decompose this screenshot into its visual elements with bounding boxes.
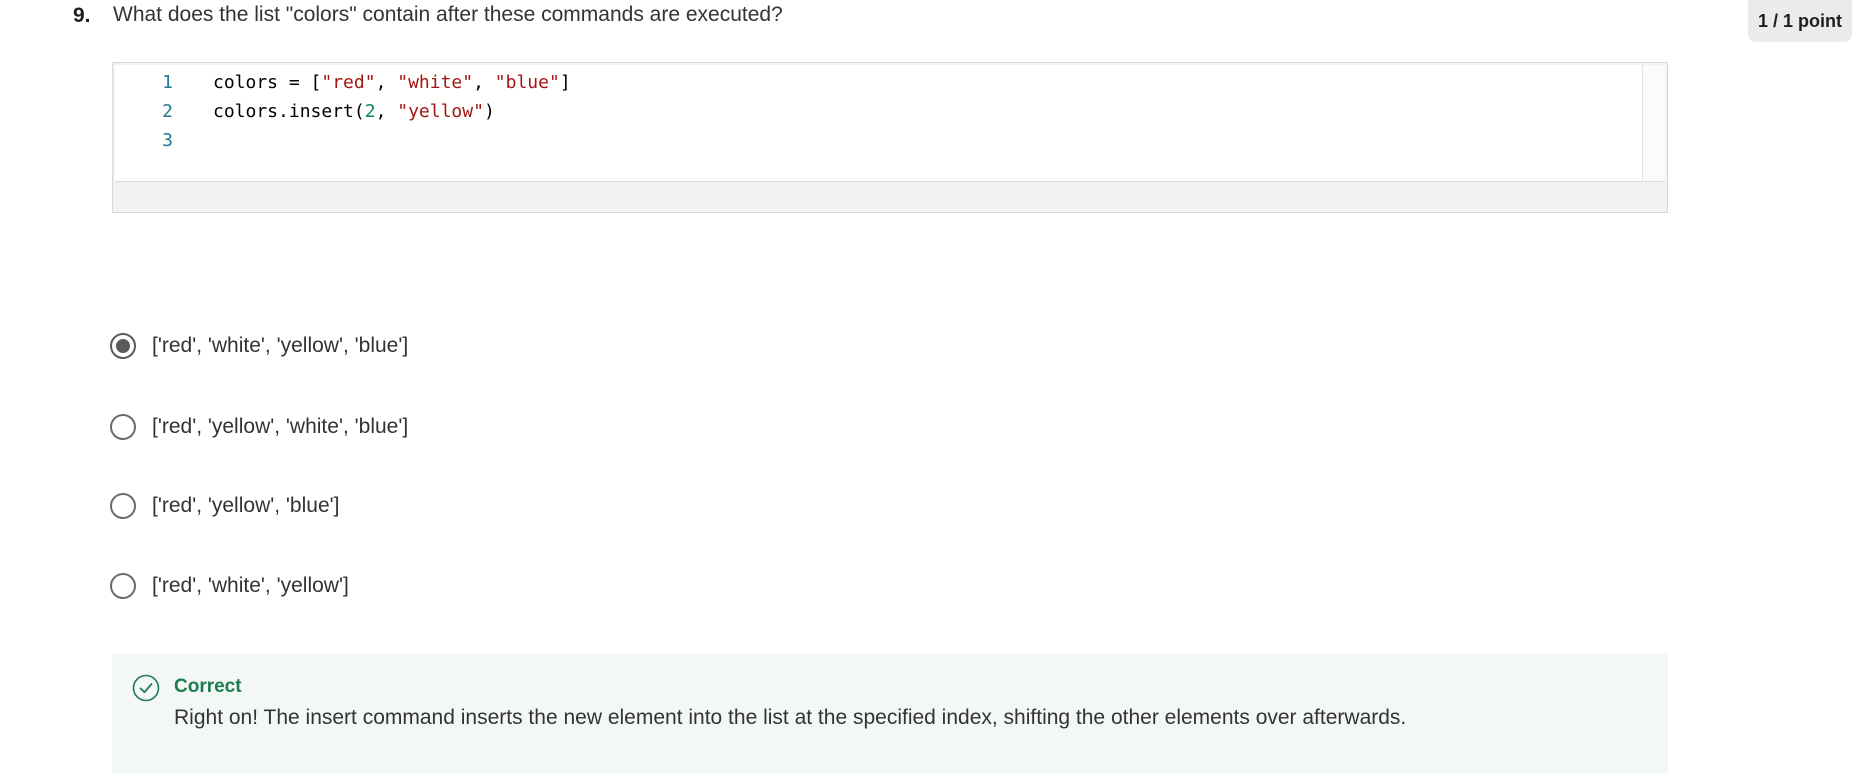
code-text: colors.insert(2, "yellow") [213,101,495,122]
points-badge: 1 / 1 point [1748,0,1852,42]
code-token: colors.insert( [213,101,365,122]
code-token: "blue" [494,72,560,93]
feedback-text: Right on! The insert command inserts the… [174,706,1407,729]
answer-option-label: ['red', 'white', 'yellow', 'blue'] [152,334,409,357]
code-token: , [375,72,398,93]
code-token: , [375,101,398,122]
line-number: 2 [162,101,173,122]
code-text: colors = ["red", "white", "blue"] [213,72,571,93]
answer-option[interactable]: ['red', 'yellow', 'blue'] [110,493,339,519]
answer-option-label: ['red', 'yellow', 'white', 'blue'] [152,415,409,438]
question-text: What does the list "colors" contain afte… [113,3,783,26]
code-editor: 1 colors = ["red", "white", "blue"] 2 color… [112,62,1668,213]
line-number: 1 [162,72,173,93]
radio-button[interactable] [110,414,136,440]
code-token: ) [483,101,495,122]
check-circle-icon [132,674,160,702]
answer-option[interactable]: ['red', 'yellow', 'white', 'blue'] [110,414,408,440]
code-token: 2 [364,101,376,122]
radio-button-selected[interactable] [110,333,136,359]
code-token: colors = [ [213,72,322,93]
code-area[interactable]: 1 colors = ["red", "white", "blue"] 2 color… [115,65,1665,182]
code-token: "red" [321,72,376,93]
question-number: 9. [73,4,91,27]
feedback-title: Correct [174,676,242,697]
code-token: "white" [397,72,474,93]
answer-option[interactable]: ['red', 'white', 'yellow'] [110,573,349,599]
line-number: 3 [162,130,173,151]
code-token: ] [559,72,571,93]
radio-button[interactable] [110,493,136,519]
radio-dot [116,339,130,353]
radio-button[interactable] [110,573,136,599]
code-token: , [473,72,495,93]
answer-option-label: ['red', 'white', 'yellow'] [152,574,349,597]
code-line: 2 colors.insert(2, "yellow") [115,97,495,126]
feedback-panel: Correct Right on! The insert command ins… [112,654,1668,774]
code-line: 3 [115,126,213,155]
code-line: 1 colors = ["red", "white", "blue"] [115,68,571,97]
answer-option[interactable]: ['red', 'white', 'yellow', 'blue'] [110,333,408,359]
code-scrollbar[interactable] [1642,65,1665,181]
answer-option-label: ['red', 'yellow', 'blue'] [152,494,340,517]
code-token: "yellow" [397,101,484,122]
